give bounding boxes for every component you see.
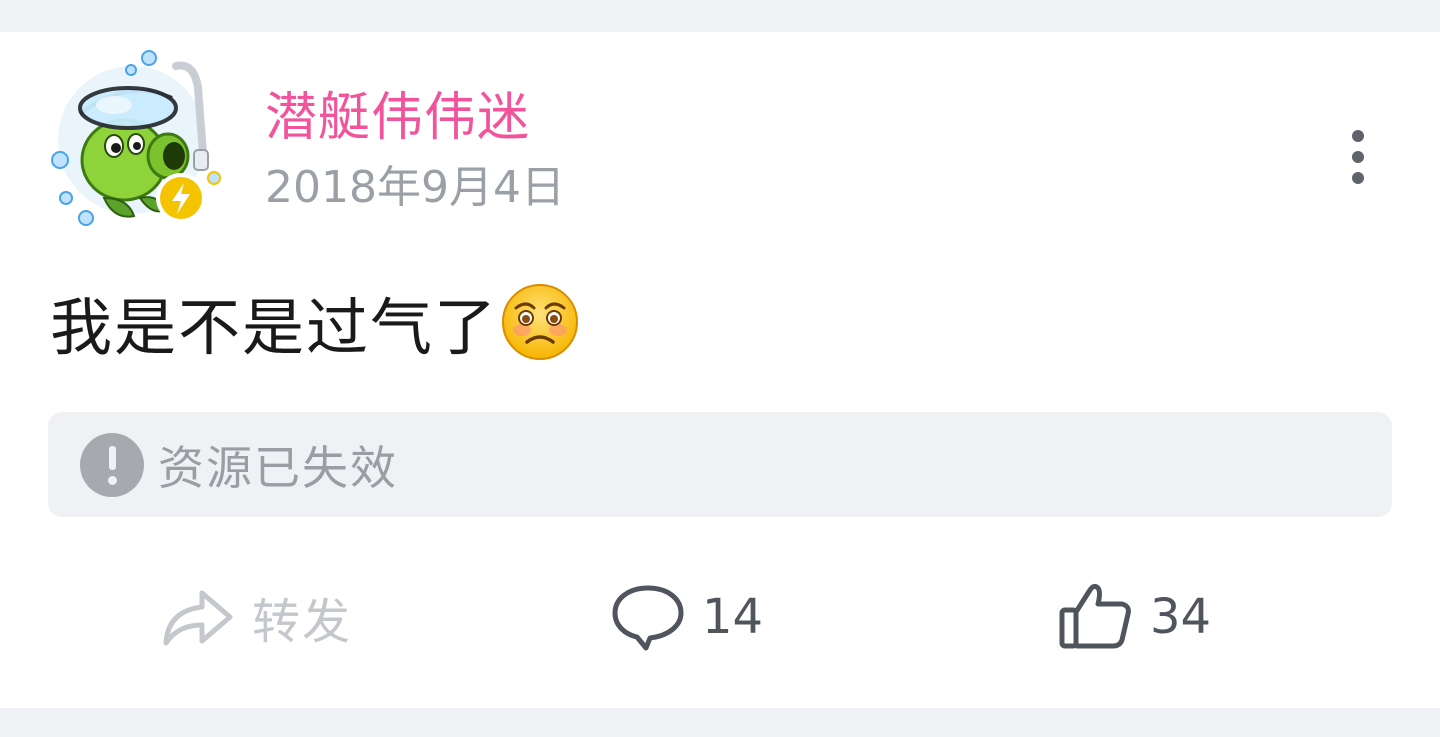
like-button[interactable]: 34 [1058,572,1211,662]
post-text: 我是不是过气了 [50,291,499,364]
comment-bubble-icon [612,585,684,651]
more-options-button[interactable] [1330,122,1386,192]
post-card[interactable]: 潜艇伟伟迷 2018年9月4日 我是不是过气了 资源已失效 转发 14 34 [0,32,1440,708]
post-content: 我是不是过气了 [50,280,580,364]
more-dot [1352,151,1364,163]
page: 潜艇伟伟迷 2018年9月4日 我是不是过气了 资源已失效 转发 14 34 [0,0,1440,737]
more-vertical-icon [1352,130,1364,142]
worried-face-emoji-icon [500,282,580,362]
forward-label: 转发 [252,594,353,650]
resource-invalid-notice: 资源已失效 [48,412,1392,517]
peashooter-diver-avatar-icon [51,50,221,226]
more-dot [1352,172,1364,184]
forward-button[interactable]: 转发 [160,572,352,662]
thumbs-up-icon [1059,583,1131,649]
exclamation-bar [109,445,116,470]
resource-invalid-text: 资源已失效 [158,440,398,495]
comment-count: 14 [702,589,764,645]
avatar[interactable] [44,48,224,228]
username[interactable]: 潜艇伟伟迷 [265,86,530,150]
comment-button[interactable]: 14 [610,572,763,662]
share-arrow-icon [163,590,233,646]
exclamation-dot [108,475,117,485]
exclamation-circle-icon [80,432,144,497]
like-count: 34 [1150,589,1212,645]
action-bar: 转发 14 34 [0,572,1440,662]
post-date: 2018年9月4日 [265,162,565,213]
